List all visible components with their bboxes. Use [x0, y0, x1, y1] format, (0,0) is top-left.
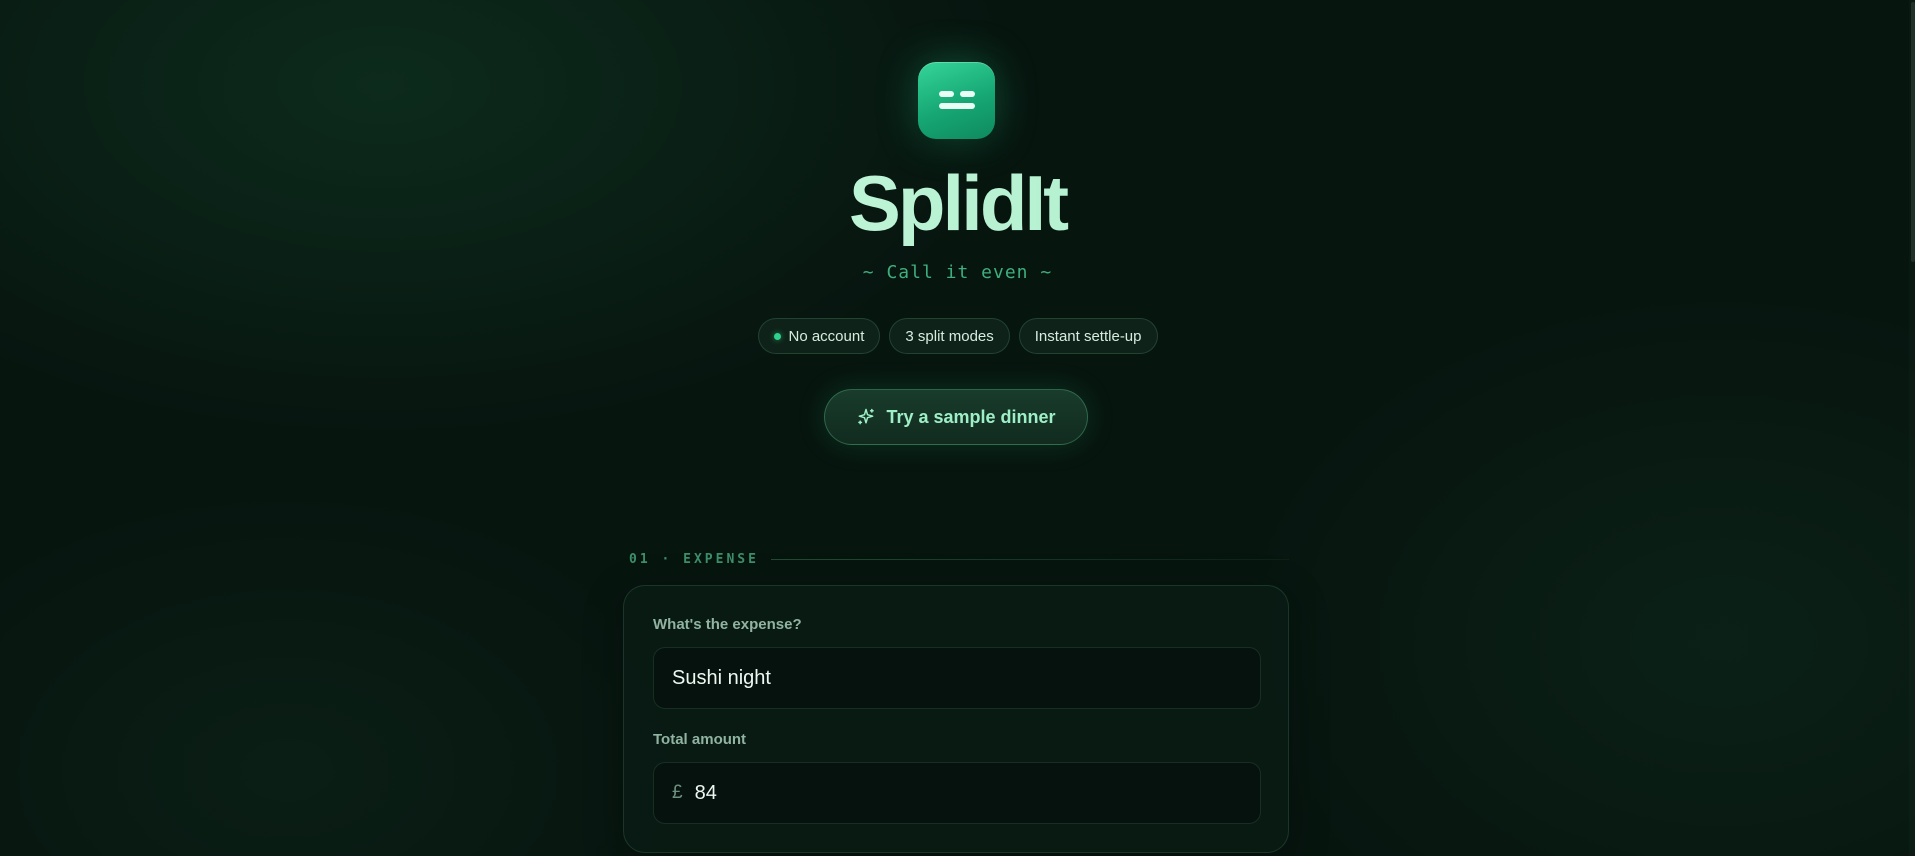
sparkle-icon — [858, 408, 875, 425]
chip-no-account: No account — [757, 318, 881, 354]
app-logo-icon — [918, 62, 995, 139]
logo-bar — [939, 91, 954, 97]
chip-label: Instant settle-up — [1034, 327, 1142, 345]
total-amount-input[interactable] — [694, 781, 1242, 805]
chip-split-modes: 3 split modes — [889, 318, 1010, 354]
chip-label: 3 split modes — [905, 327, 994, 345]
expense-card: What's the expense? Total amount £ — [623, 585, 1289, 853]
feature-chips: No account 3 split modes Instant settle-… — [0, 318, 1915, 354]
status-dot-icon — [773, 332, 781, 340]
app-title: SplidIt — [0, 158, 1915, 248]
section-divider — [770, 559, 1289, 560]
expense-section-header: 01 · EXPENSE — [629, 552, 1289, 567]
expense-name-input[interactable] — [672, 666, 1242, 690]
page-scrollbar[interactable] — [1909, 0, 1915, 856]
logo-bar — [939, 103, 975, 109]
total-amount-label: Total amount — [653, 731, 747, 748]
logo-bar — [960, 91, 975, 97]
expense-name-label: What's the expense? — [653, 616, 802, 633]
currency-symbol: £ — [672, 782, 683, 803]
expense-name-field-wrapper — [653, 647, 1261, 709]
total-amount-field-wrapper: £ — [653, 762, 1261, 824]
chip-label: No account — [788, 327, 865, 345]
chip-settle-up: Instant settle-up — [1018, 318, 1158, 354]
try-sample-dinner-button[interactable]: Try a sample dinner — [824, 389, 1088, 445]
section-label: 01 · EXPENSE — [629, 552, 759, 567]
cta-label: Try a sample dinner — [886, 406, 1056, 427]
app-tagline: ~ Call it even ~ — [862, 262, 1053, 283]
